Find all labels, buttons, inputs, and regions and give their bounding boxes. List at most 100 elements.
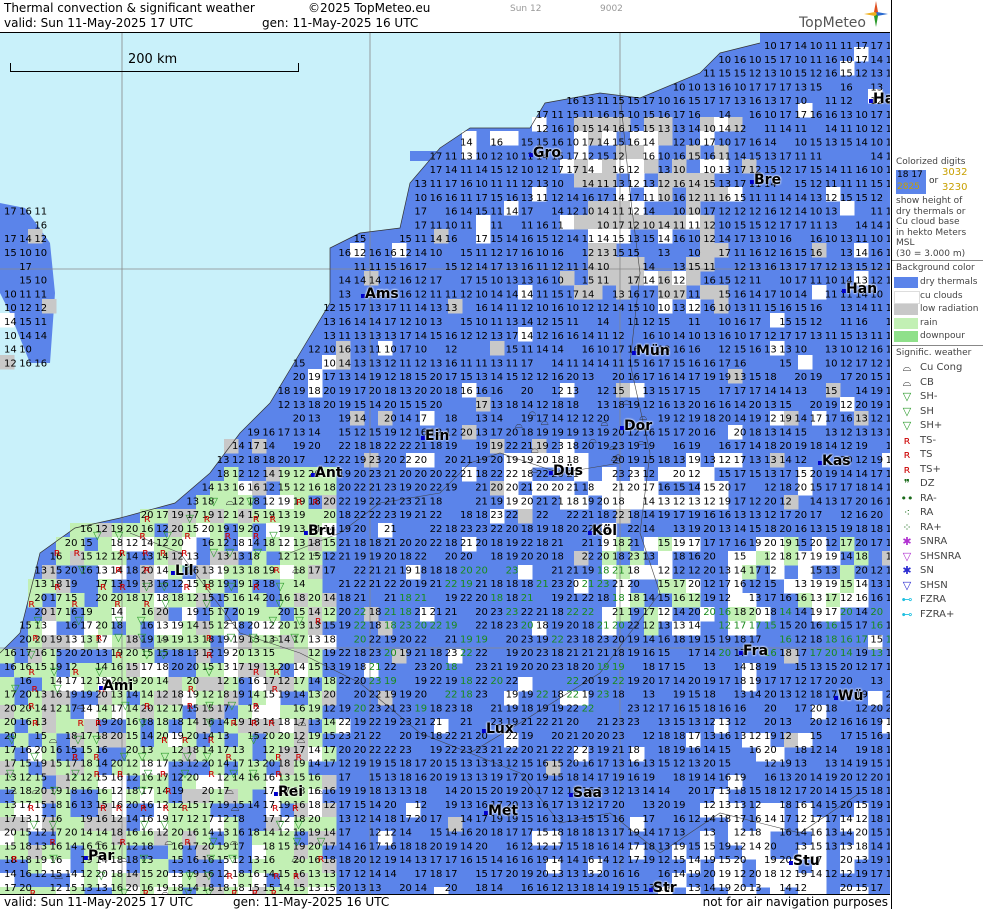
- thermal-height-digit: 18: [278, 717, 291, 728]
- thermal-height-digit: 18: [323, 855, 336, 866]
- thermal-height-digit: 18: [810, 441, 823, 452]
- thermal-height-digit: 11: [597, 96, 610, 107]
- thermal-height-digit: 17: [734, 165, 747, 176]
- thermal-height-digit: 13: [870, 579, 883, 590]
- thermal-height-digit: 20: [475, 565, 488, 576]
- thermal-height-digit: 18: [460, 690, 473, 701]
- thermal-height-digit: 16: [445, 358, 458, 369]
- thermal-height-digit: 20: [794, 772, 807, 783]
- thermal-height-digit: 13: [308, 414, 321, 425]
- thermal-height-digit: 19: [445, 483, 458, 494]
- topmeteo-logo[interactable]: TopMeteo: [799, 15, 866, 31]
- thermal-height-digit: 12: [156, 703, 169, 714]
- thermal-height-digit: 16: [749, 110, 762, 121]
- thermal-height-digit: 14: [779, 193, 792, 204]
- thermal-height-digit: 14: [293, 690, 306, 701]
- thermal-height-digit: 16: [673, 234, 686, 245]
- thermal-height-digit: 14: [794, 607, 807, 618]
- thermal-height-digit: 10: [703, 165, 716, 176]
- thermal-height-digit: 20: [338, 483, 351, 494]
- thermal-height-digit: 16: [369, 248, 382, 259]
- thermal-height-digit: 18: [232, 621, 245, 632]
- thermal-height-digit: 14: [612, 193, 625, 204]
- thermal-height-digit: 11: [886, 220, 890, 231]
- thermal-height-digit: 15: [718, 289, 731, 300]
- thermal-height-digit: 11: [338, 331, 351, 342]
- thermal-height-digit: 20: [141, 676, 154, 687]
- thermal-height-digit: 13: [749, 262, 762, 273]
- weather-cell: [700, 467, 715, 482]
- thermal-height-digit: 22: [354, 621, 367, 632]
- thermal-height-digit: 20: [202, 786, 215, 797]
- legend-digits-title: Colorized digits: [896, 157, 965, 167]
- thermal-height-digit: 18: [870, 524, 883, 535]
- weather-cell: [700, 285, 715, 300]
- thermal-height-digit: 16: [80, 786, 93, 797]
- weather-map[interactable]: 1017141011111717171016101517101116101714…: [0, 33, 890, 894]
- thermal-height-digit: 16: [688, 358, 701, 369]
- thermal-height-digit: 16: [34, 358, 47, 369]
- thermal-height-digit: 22: [551, 634, 564, 645]
- thermal-height-digit: 21: [430, 607, 443, 618]
- thermal-height-digit: 13: [825, 220, 838, 231]
- thermal-height-digit: 17: [597, 800, 610, 811]
- thermal-height-digit: 17: [430, 855, 443, 866]
- thermal-height-digit: 16: [703, 427, 716, 438]
- thermal-height-digit: 16: [323, 786, 336, 797]
- thermal-height-digit: 12: [734, 276, 747, 287]
- shower-icon: ▽: [50, 665, 59, 678]
- thermal-height-digit: 12: [840, 593, 853, 604]
- thermal-height-digit: 13: [4, 800, 17, 811]
- thunderstorm-icon: ʀ: [119, 835, 126, 848]
- thermal-height-digit: 11: [855, 234, 868, 245]
- thermal-height-digit: 19: [597, 662, 610, 673]
- shower-icon: ▽: [144, 767, 153, 780]
- thermal-height-digit: 15: [840, 193, 853, 204]
- thermal-height-digit: 19: [506, 538, 519, 549]
- thermal-height-digit: 15: [506, 345, 519, 356]
- thermal-height-digit: 15: [749, 372, 762, 383]
- thermal-height-digit: 14: [642, 276, 655, 287]
- thermal-height-digit: 20: [886, 690, 890, 701]
- thermal-height-digit: 19: [445, 772, 458, 783]
- thermal-height-digit: 12: [718, 593, 731, 604]
- thermal-height-digit: 12: [399, 248, 412, 259]
- thermal-height-digit: 10: [521, 165, 534, 176]
- thermal-height-digit: 17: [566, 151, 579, 162]
- thermal-height-digit: 12: [810, 179, 823, 190]
- thermal-height-digit: 12: [749, 69, 762, 80]
- thermal-height-digit: 22: [506, 469, 519, 480]
- thermal-height-digit: 18: [308, 800, 321, 811]
- thermal-height-digit: 12: [217, 676, 230, 687]
- thermal-height-digit: 17: [703, 538, 716, 549]
- thermal-height-digit: 22: [399, 455, 412, 466]
- thermal-height-digit: 15: [627, 96, 640, 107]
- shower-icon: ▽: [229, 767, 238, 780]
- thermal-height-digit: 19: [612, 883, 625, 894]
- thermal-height-digit: 23: [506, 565, 519, 576]
- thermal-height-digit: 12: [642, 703, 655, 714]
- weather-cell: [490, 341, 505, 356]
- thermal-height-digit: 17: [734, 455, 747, 466]
- cb-icon: ⌓: [54, 869, 63, 882]
- thermal-height-digit: 21: [566, 731, 579, 742]
- thermal-height-digit: 13: [764, 427, 777, 438]
- thermal-height-digit: 17: [779, 82, 792, 93]
- thermal-height-digit: 17: [764, 289, 777, 300]
- thermal-height-digit: 16: [186, 855, 199, 866]
- thermal-height-digit: 20: [399, 883, 412, 894]
- shower-icon: ▽: [227, 631, 236, 644]
- thermal-height-digit: 13: [247, 648, 260, 659]
- thermal-height-digit: 19: [718, 634, 731, 645]
- thermal-height-digit: 18: [566, 496, 579, 507]
- thermal-height-digit: 15: [612, 96, 625, 107]
- thermal-height-digit: 18: [597, 565, 610, 576]
- thermal-height-digit: 19: [399, 510, 412, 521]
- thermal-height-digit: 13: [794, 759, 807, 770]
- shower-icon: ▽: [71, 767, 80, 780]
- shower-icon: ▽: [184, 886, 193, 894]
- thermal-height-digit: 16: [825, 621, 838, 632]
- thermal-height-digit: 13: [202, 565, 215, 576]
- thermal-height-digit: 16: [825, 55, 838, 66]
- thermal-height-digit: 16: [794, 593, 807, 604]
